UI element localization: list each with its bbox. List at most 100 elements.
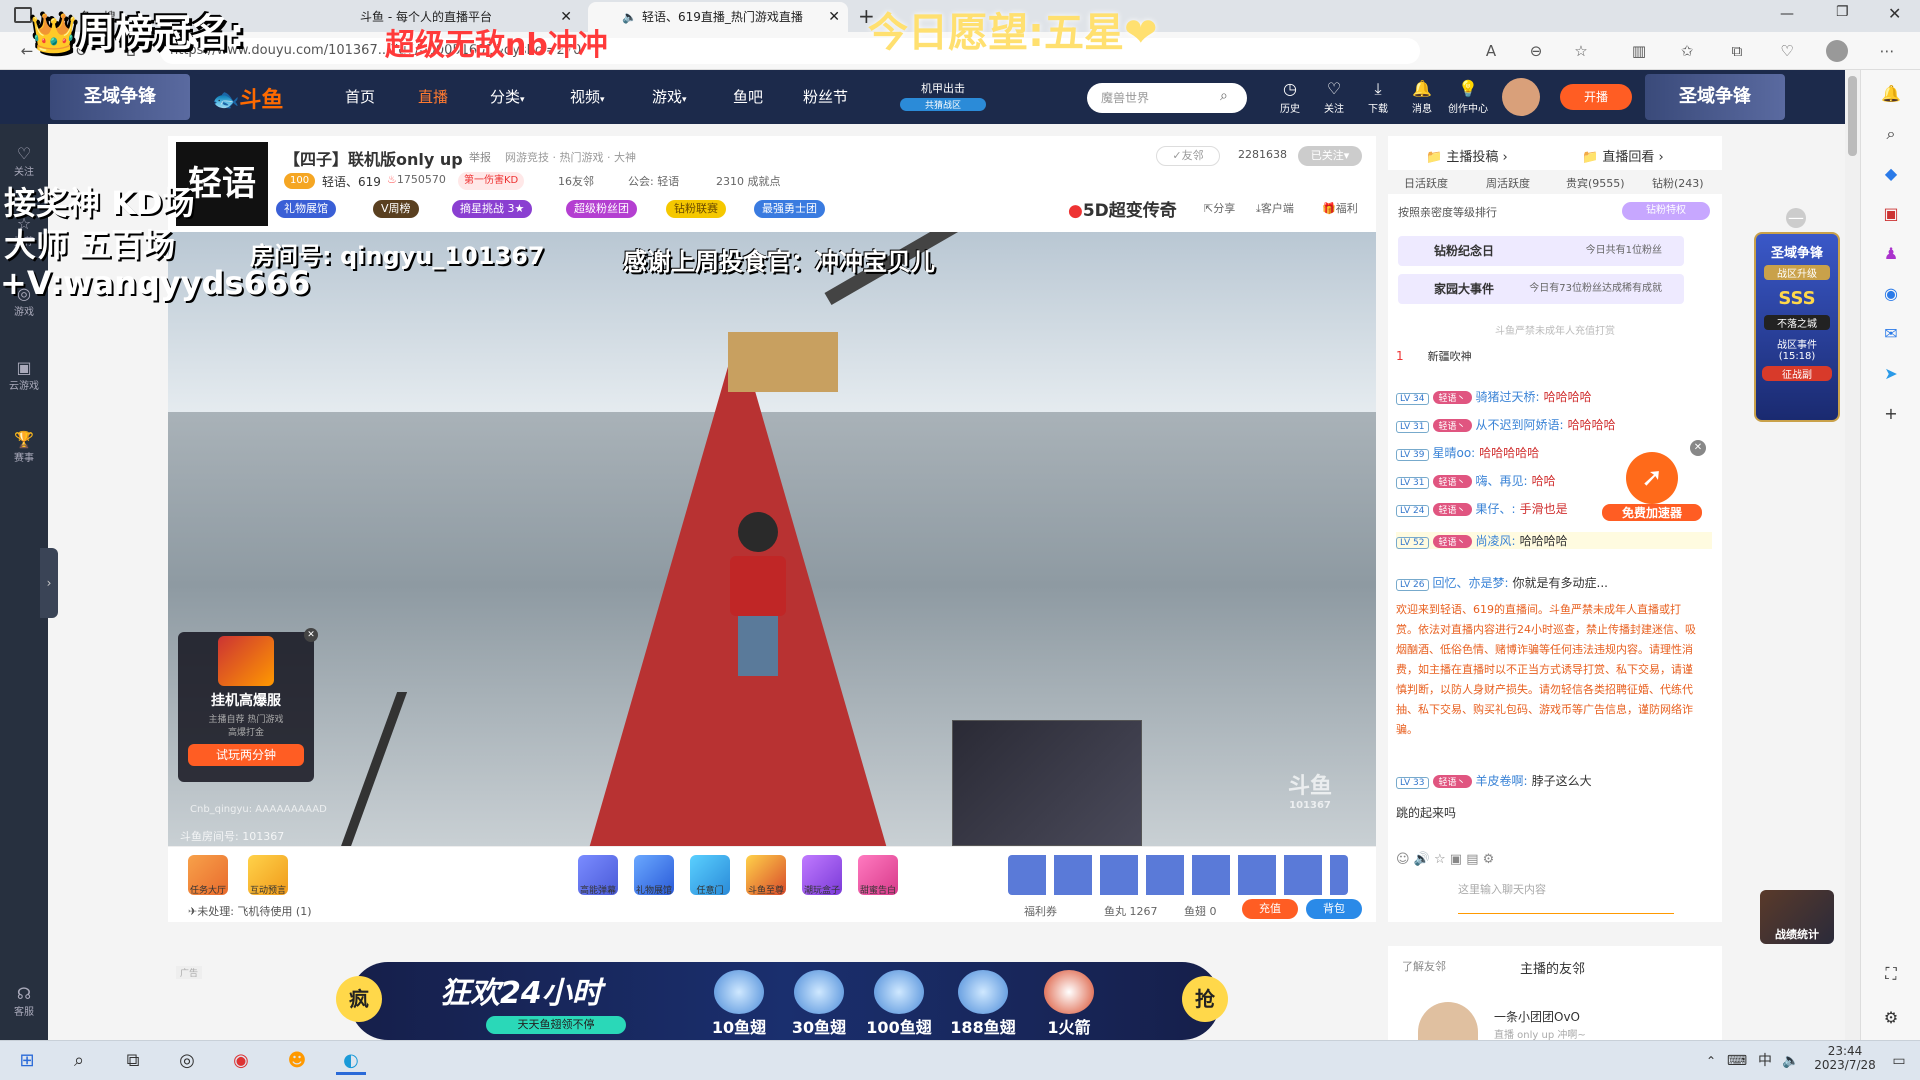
report-link[interactable]: 举报 <box>469 149 491 165</box>
browser-tab-3[interactable]: 🔈 轻语、619直播_热门游戏直播 ✕ <box>588 2 848 32</box>
user-avatar[interactable] <box>1502 78 1540 116</box>
people-icon[interactable]: ♟ <box>1879 242 1903 266</box>
widget-minimize-icon[interactable]: — <box>1786 208 1806 228</box>
rank-tab-weekly[interactable]: 周活跃度 <box>1486 175 1530 191</box>
event-banner-right[interactable]: 圣域争锋 <box>1645 74 1785 120</box>
search-icon[interactable]: ⌕ <box>1879 122 1903 146</box>
video-player[interactable]: 感谢上周投食官：冲冲宝贝儿 斗鱼 101367 ✕ 挂机高爆服 主播自荐 热门游… <box>168 232 1376 846</box>
chat-username[interactable]: 回忆、亦是梦: <box>1433 576 1509 590</box>
welfare-button[interactable]: 🎁福利 <box>1322 200 1358 216</box>
douyu-logo[interactable]: 🐟斗鱼 <box>212 82 283 114</box>
speaker-icon[interactable]: 🔈 <box>622 2 637 32</box>
outlook-icon[interactable]: ✉ <box>1879 322 1903 346</box>
tag-diamond-league[interactable]: 钻粉联赛 <box>666 200 726 218</box>
achievement-points[interactable]: 2310 成就点 <box>716 173 781 189</box>
event-home-event[interactable]: 家园大事件 今日有73位粉丝达成稀有成就 <box>1398 274 1684 304</box>
pending-notice[interactable]: ✈未处理: 飞机待使用 (1) <box>188 903 312 919</box>
share-button[interactable]: ⇱分享 <box>1204 200 1235 216</box>
kd-tag[interactable]: 第一伤害KD <box>458 172 525 190</box>
reward-rocket[interactable]: 1火箭 <box>1036 970 1102 1038</box>
friend-avatar[interactable] <box>1418 1002 1478 1042</box>
reward-188-fins[interactable]: 188鱼翅 <box>950 970 1016 1038</box>
tag-strongest-warrior[interactable]: 最强勇士团 <box>754 200 825 218</box>
minimize-icon[interactable]: — <box>1780 6 1794 22</box>
collections-icon[interactable]: ⧉ <box>1726 40 1748 62</box>
read-aloud-icon[interactable]: A <box>1480 40 1502 62</box>
friend-button[interactable]: ✓友邻 <box>1156 146 1220 166</box>
tag-super-fans[interactable]: 超级粉丝团 <box>566 200 637 218</box>
followed-button[interactable]: 已关注▾ <box>1298 146 1362 166</box>
send-icon[interactable]: ➤ <box>1879 362 1903 386</box>
ad-close-icon[interactable]: ✕ <box>304 628 318 642</box>
leftnav-service[interactable]: ☊ 客服 <box>0 984 48 1018</box>
chat-message[interactable]: LV 26 回忆、亦是梦: 你就是有多动症... <box>1396 574 1712 591</box>
coupon-link[interactable]: 福利券 <box>1024 903 1057 919</box>
chat-message[interactable]: LV 31 轻语丶 从不迟到阿娇语: 哈哈哈哈 <box>1396 416 1712 433</box>
ad-close-icon[interactable]: ✕ <box>1690 440 1706 456</box>
zoom-icon[interactable]: ⊖ <box>1525 40 1547 62</box>
edge-icon[interactable]: ◐ <box>336 1047 366 1075</box>
chat-username[interactable]: 从不迟到阿娇语: <box>1476 418 1564 432</box>
message-button[interactable]: 🔔 消息 <box>1402 78 1442 115</box>
profile-icon[interactable] <box>1826 40 1848 62</box>
nav-game[interactable]: 游戏▾ <box>652 70 687 124</box>
volume-icon[interactable]: 🔈 <box>1776 1047 1806 1075</box>
office-icon[interactable]: ◉ <box>1879 282 1903 306</box>
chat-username[interactable]: 嗨、再见: <box>1476 474 1528 488</box>
leftnav-esports[interactable]: 🏆 赛事 <box>0 430 48 464</box>
creator-button[interactable]: 💡 创作中心 <box>1448 78 1488 115</box>
favorite-icon[interactable]: ☆ <box>1570 40 1592 62</box>
rank-tab-daily[interactable]: 日活跃度 <box>1404 175 1448 191</box>
gift-danmaku[interactable]: 高能弹幕 <box>578 855 618 896</box>
restore-icon[interactable]: ❐ <box>1836 4 1849 20</box>
guild-info[interactable]: 公会: 轻语 <box>628 173 679 189</box>
search-icon[interactable]: ⌕ <box>64 1047 94 1075</box>
war-button[interactable]: 征战副 <box>1762 366 1832 381</box>
obs-icon[interactable]: ◎ <box>172 1047 202 1075</box>
reward-100-fins[interactable]: 100鱼翅 <box>866 970 932 1038</box>
chat-username[interactable]: 星晴oo: <box>1433 446 1476 460</box>
extensions-icon[interactable]: ♡ <box>1776 40 1798 62</box>
reward-10-fins[interactable]: 10鱼翅 <box>706 970 772 1038</box>
tag-weekly-rank[interactable]: V周榜 <box>373 200 419 218</box>
task-view-icon[interactable]: ⧉ <box>118 1047 148 1075</box>
chat-message[interactable]: LV 34 轻语丶 骑猪过天桥: 哈哈哈哈 <box>1396 388 1712 405</box>
url-field[interactable]: https://www.douyu.com/101367...7d7/00005… <box>160 38 1420 64</box>
nav-live[interactable]: 直播 <box>418 70 448 124</box>
reward-30-fins[interactable]: 30鱼翅 <box>786 970 852 1038</box>
room-category[interactable]: 网游竞技 · 热门游戏 · 大神 <box>505 149 636 165</box>
chat-message[interactable]: LV 52 轻语丶 尚凌风: 哈哈哈哈 <box>1396 532 1712 549</box>
chat-username[interactable]: 羊皮卷啊: <box>1476 774 1528 788</box>
event-banner-left[interactable]: 圣域争锋 <box>50 74 190 120</box>
chat-input[interactable]: 这里输入聊天内容 <box>1458 878 1674 914</box>
prediction-button[interactable]: 互动预言 <box>248 855 288 896</box>
ad-card[interactable]: ✕ 挂机高爆服 主播自荐 热门游戏 高爆打金 试玩两分钟 <box>178 628 318 782</box>
tag-gift-hall[interactable]: 礼物展馆 <box>276 200 336 218</box>
rank-tab-vip[interactable]: 贵宾(9555) <box>1566 175 1625 191</box>
gift-confession[interactable]: 甜蜜告白 <box>858 855 898 896</box>
collapse-handle[interactable]: › <box>40 548 58 618</box>
nav-home[interactable]: 首页 <box>345 70 375 124</box>
more-icon[interactable]: ⋯ <box>1876 40 1898 62</box>
client-button[interactable]: ⤓客户端 <box>1256 200 1294 216</box>
recharge-button[interactable]: 充值 <box>1242 899 1298 919</box>
diamond-privilege-button[interactable]: 钻粉特权 <box>1622 202 1710 220</box>
rank-tab-diamond[interactable]: 钻粉(243) <box>1652 175 1704 191</box>
gift-anydoor[interactable]: 任意门 <box>690 855 730 896</box>
tab-replay[interactable]: 📁 直播回看 › <box>1582 146 1664 165</box>
friends-count[interactable]: 16友邻 <box>558 173 594 189</box>
gift-blindbox[interactable]: 潮玩盒子 <box>802 855 842 896</box>
follow-button[interactable]: ♡ 关注 <box>1314 78 1354 115</box>
ad-try-button[interactable]: 试玩两分钟 <box>188 744 304 766</box>
notification-center-icon[interactable]: ▭ <box>1884 1047 1914 1075</box>
task-hall-button[interactable]: 任务大厅 <box>188 855 228 896</box>
screenshot-icon[interactable]: ⛶ <box>1879 962 1903 986</box>
keyboard-icon[interactable]: ⌨ <box>1722 1047 1752 1075</box>
nav-video[interactable]: 视频▾ <box>570 70 605 124</box>
notification-icon[interactable]: 🔔 <box>1879 82 1903 106</box>
settings-icon[interactable]: ⚙ <box>1879 1006 1903 1030</box>
add-icon[interactable]: + <box>1879 402 1903 426</box>
promo-banner[interactable]: 疯 狂欢24小时 天天鱼翅领不停 10鱼翅 30鱼翅 100鱼翅 188鱼翅 1… <box>336 962 1228 1040</box>
event-diamond-anniversary[interactable]: 钻粉纪念日 今日共有1位粉丝 <box>1398 236 1684 266</box>
chat-username[interactable]: 尚凌风: <box>1476 534 1516 548</box>
